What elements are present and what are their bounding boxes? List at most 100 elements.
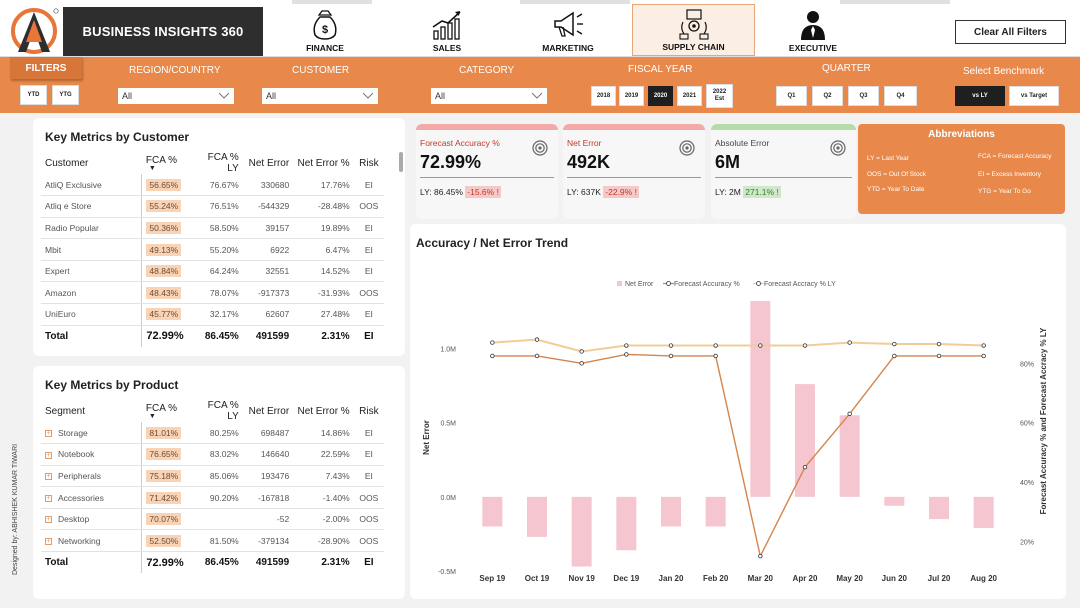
table-row[interactable]: AtliQ Exclusive 56.65% 76.67% 330680 17.76% E… <box>41 174 384 197</box>
column-header-net-error[interactable]: Net Error <box>243 152 293 174</box>
table-scrollbar[interactable] <box>399 152 403 172</box>
forecast-accuracy-point[interactable] <box>892 353 897 359</box>
quarter-q3-button[interactable]: Q3 <box>848 86 879 106</box>
table-cell: 52.50% <box>141 529 191 553</box>
table-row[interactable]: + Networking 52.50% 81.50% -379134 -28.90% OOS <box>41 529 384 553</box>
expand-icon[interactable]: + <box>45 473 52 481</box>
tab-sales[interactable]: SALES <box>388 4 506 56</box>
forecast-accuracy-point[interactable] <box>624 352 629 357</box>
region-dropdown[interactable]: All <box>118 88 234 104</box>
table-row[interactable]: Atliq e Store 55.24% 76.51% -544329 -28.48% O… <box>41 195 384 218</box>
quarter-q4-button[interactable]: Q4 <box>884 86 917 106</box>
net-error-bar[interactable] <box>839 415 860 497</box>
column-header-net-error-pct[interactable]: Net Error % <box>293 400 354 422</box>
quarter-q1-button[interactable]: Q1 <box>776 86 807 106</box>
cell-text: Accessories <box>58 492 104 503</box>
forecast-accuracy-point[interactable] <box>713 353 718 359</box>
net-error-bar[interactable] <box>705 496 726 527</box>
net-error-bar[interactable] <box>661 496 681 527</box>
benchmark-vs-target-button[interactable]: vs Target <box>1009 86 1059 106</box>
table-row[interactable]: + Accessories 71.42% 90.20% -167818 -1.40% OOS <box>41 486 384 509</box>
forecast-accuracy-point[interactable] <box>758 553 763 559</box>
net-error-bar[interactable] <box>884 496 905 506</box>
table-row[interactable]: Expert 48.84% 64.24% 32551 14.52% EI <box>41 260 384 283</box>
forecast-accuracy-ly-point[interactable] <box>847 340 852 345</box>
forecast-accuracy-ly-point[interactable] <box>892 341 897 347</box>
x-tick-label: Mar 20 <box>748 574 774 583</box>
column-header-fca[interactable]: FCA % ▼ <box>142 400 190 422</box>
forecast-accuracy-ly-point[interactable] <box>534 337 540 342</box>
net-error-bar[interactable] <box>973 496 994 528</box>
table-row[interactable]: Amazon 48.43% 78.07% -917373 -31.93% OOS <box>41 281 384 305</box>
expand-icon[interactable]: + <box>45 538 52 546</box>
kpi-card-absolute-error: Absolute Error 6M LY: 2M 271.1% ! <box>711 124 856 219</box>
forecast-accuracy-point[interactable] <box>981 353 986 359</box>
table-row[interactable]: + Notebook 76.65% 83.02% 146640 22.59% EI <box>41 443 384 466</box>
table-row[interactable]: + Desktop 70.07% -52 -2.00% OOS <box>41 508 384 531</box>
column-header-customer[interactable]: Customer <box>41 152 142 174</box>
expand-icon[interactable]: + <box>45 516 52 524</box>
tab-executive[interactable]: EXECUTIVE <box>754 4 872 56</box>
forecast-accuracy-point[interactable] <box>579 361 584 366</box>
table-row[interactable]: Radio Popular 50.36% 58.50% 39157 19.89% EI <box>41 217 384 240</box>
table-row[interactable]: + Storage 81.01% 80.25% 698487 14.86% EI <box>41 422 384 445</box>
column-header-fca[interactable]: FCA % ▼ <box>142 152 190 174</box>
column-header-net-error-pct[interactable]: Net Error % <box>293 152 354 174</box>
net-error-bar[interactable] <box>527 496 547 537</box>
year-2022-est-button[interactable]: 2022 Est <box>706 84 733 108</box>
tab-marketing[interactable]: MARKETING <box>509 4 627 56</box>
forecast-accuracy-point[interactable] <box>534 353 540 359</box>
table-total-row[interactable]: Total 72.99% 86.45% 491599 2.31% EI <box>41 551 384 574</box>
table-row[interactable]: + Peripherals 75.18% 85.06% 193476 7.43% EI <box>41 465 384 488</box>
forecast-accuracy-ly-point[interactable] <box>579 349 584 354</box>
legend-item[interactable]: Forecast Accracy % LY <box>764 281 836 288</box>
forecast-accuracy-ly-point[interactable] <box>668 343 674 348</box>
chevron-down-icon <box>531 92 543 99</box>
column-header-fca-ly[interactable]: FCA % LY <box>190 400 242 422</box>
year-2018-button[interactable]: 2018 <box>591 86 616 106</box>
net-error-bar[interactable] <box>750 301 771 497</box>
forecast-accuracy-ly-point[interactable] <box>802 343 808 348</box>
ytg-button[interactable]: YTG <box>52 85 79 105</box>
ytd-button[interactable]: YTD <box>20 85 47 105</box>
expand-icon[interactable]: + <box>45 494 52 502</box>
forecast-accuracy-point[interactable] <box>490 353 495 359</box>
legend-item[interactable]: Forecast Accuracy % <box>674 281 740 288</box>
column-header-risk[interactable]: Risk <box>354 152 384 174</box>
forecast-accuracy-point[interactable] <box>936 353 942 359</box>
forecast-accuracy-point[interactable] <box>802 464 808 470</box>
legend-item[interactable]: Net Error <box>625 281 654 288</box>
table-total-row[interactable]: Total 72.99% 86.45% 491599 2.31% EI <box>41 325 384 347</box>
net-error-bar[interactable] <box>929 496 949 520</box>
table-row[interactable]: UniEuro 45.77% 32.17% 62607 27.48% EI <box>41 303 384 326</box>
net-error-bar[interactable] <box>616 496 637 551</box>
forecast-accuracy-ly-point[interactable] <box>758 343 763 348</box>
year-2020-button[interactable]: 2020 <box>648 86 673 106</box>
net-error-bar[interactable] <box>482 496 503 527</box>
clear-all-filters-button[interactable]: Clear All Filters <box>955 20 1066 44</box>
forecast-accuracy-ly-point[interactable] <box>981 343 986 348</box>
year-2021-button[interactable]: 2021 <box>677 86 702 106</box>
forecast-accuracy-ly-point[interactable] <box>490 340 495 345</box>
forecast-accuracy-point[interactable] <box>668 353 674 359</box>
expand-icon[interactable]: + <box>45 451 52 459</box>
quarter-q2-button[interactable]: Q2 <box>812 86 843 106</box>
customer-dropdown[interactable]: All <box>262 88 378 104</box>
year-2019-button[interactable]: 2019 <box>619 86 644 106</box>
column-header-segment[interactable]: Segment <box>41 400 142 422</box>
forecast-accuracy-ly-point[interactable] <box>624 343 629 348</box>
expand-icon[interactable]: + <box>45 429 52 437</box>
forecast-accuracy-ly-point[interactable] <box>936 341 942 347</box>
category-dropdown[interactable]: All <box>431 88 547 104</box>
cell-text: Networking <box>58 535 101 546</box>
benchmark-vs-ly-button[interactable]: vs LY <box>955 86 1005 106</box>
column-header-net-error[interactable]: Net Error <box>243 400 293 422</box>
column-header-fca-ly[interactable]: FCA % LY <box>190 152 242 174</box>
forecast-accuracy-ly-point[interactable] <box>713 343 718 348</box>
column-header-risk[interactable]: Risk <box>354 400 384 422</box>
tab-finance[interactable]: $ FINANCE <box>266 4 384 56</box>
net-error-bar[interactable] <box>571 496 592 567</box>
forecast-accuracy-point[interactable] <box>847 411 852 416</box>
table-row[interactable]: Mbit 49.13% 55.20% 6922 6.47% EI <box>41 238 384 261</box>
tab-supply-chain[interactable]: SUPPLY CHAIN <box>632 4 755 56</box>
